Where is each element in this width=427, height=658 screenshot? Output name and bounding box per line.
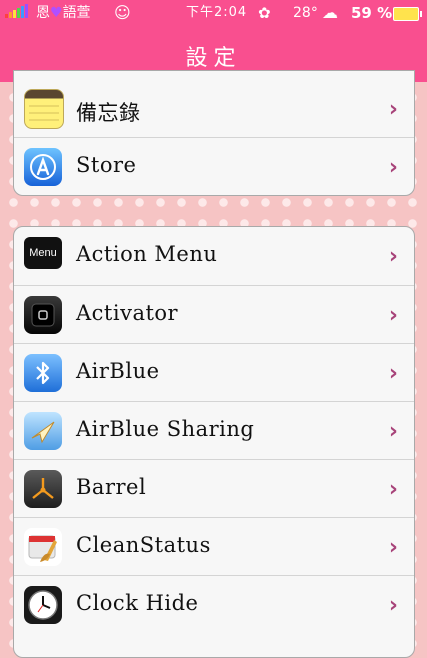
settings-row-label: CleanStatus	[76, 533, 211, 557]
settings-row-label: Clock Hide	[76, 591, 199, 615]
status-time: 下午2:04	[186, 5, 248, 20]
carrier-name: 恩	[36, 5, 50, 21]
sleeping-face-icon: ☺	[114, 3, 131, 22]
settings-row-notes[interactable]: 備忘錄 ›	[14, 71, 414, 137]
settings-row-airblue-sharing[interactable]: AirBlue Sharing ›	[14, 401, 414, 460]
chevron-right-icon: ›	[388, 535, 398, 560]
chevron-right-icon: ›	[388, 419, 398, 444]
battery-percent: 59 %	[351, 4, 393, 22]
chevron-right-icon: ›	[388, 361, 398, 386]
chevron-right-icon: ›	[388, 593, 398, 618]
clock-icon	[24, 586, 62, 624]
settings-row-label: AirBlue	[76, 359, 160, 383]
status-bar: 恩♥語萱 ☺ 下午2:04 ✿ 28° ☁ 59 %	[0, 0, 427, 26]
bluetooth-icon	[24, 354, 62, 392]
chevron-right-icon: ›	[388, 155, 398, 180]
settings-row-activator[interactable]: Activator ›	[14, 285, 414, 344]
airblue-sharing-icon	[24, 412, 62, 450]
settings-row-store[interactable]: Store ›	[14, 137, 414, 195]
settings-row-label: 備忘錄	[76, 101, 141, 125]
chevron-right-icon: ›	[388, 244, 398, 269]
settings-row-label: Store	[76, 153, 137, 177]
bird-icon: ✿	[258, 4, 271, 22]
page-title: 設定	[185, 46, 242, 71]
settings-row-barrel[interactable]: Barrel ›	[14, 459, 414, 518]
action-menu-icon: Menu	[24, 237, 62, 269]
settings-row-clock-hide[interactable]: Clock Hide ›	[14, 575, 414, 634]
barrel-icon	[24, 470, 62, 508]
settings-row-label: Activator	[76, 301, 179, 325]
settings-row-cleanstatus[interactable]: CleanStatus ›	[14, 517, 414, 576]
action-menu-icon-text: Menu	[29, 247, 57, 259]
carrier-label: 恩♥語萱	[36, 4, 91, 22]
chevron-right-icon: ›	[388, 97, 398, 122]
settings-row-label: Action Menu	[76, 242, 218, 266]
signal-strength-icon	[5, 4, 28, 18]
app-store-icon	[24, 148, 62, 186]
activator-icon	[24, 296, 62, 334]
temperature: 28°	[293, 5, 318, 21]
cloud-icon: ☁	[322, 3, 338, 22]
settings-group-apps: 備忘錄 › Store ›	[13, 70, 415, 196]
chevron-right-icon: ›	[388, 303, 398, 328]
settings-group-extensions: Menu Action Menu › Activator › AirBlue ›…	[13, 226, 415, 658]
cleanstatus-icon	[24, 528, 62, 566]
settings-row-airblue[interactable]: AirBlue ›	[14, 343, 414, 402]
settings-row-label: Barrel	[76, 475, 147, 499]
heart-icon: ♥	[50, 5, 63, 21]
chevron-right-icon: ›	[388, 477, 398, 502]
settings-row-action-menu[interactable]: Menu Action Menu ›	[14, 227, 414, 285]
battery-icon	[393, 7, 422, 21]
carrier-suffix: 語萱	[62, 5, 91, 21]
notes-icon	[24, 89, 64, 129]
settings-row-label: AirBlue Sharing	[76, 417, 255, 441]
